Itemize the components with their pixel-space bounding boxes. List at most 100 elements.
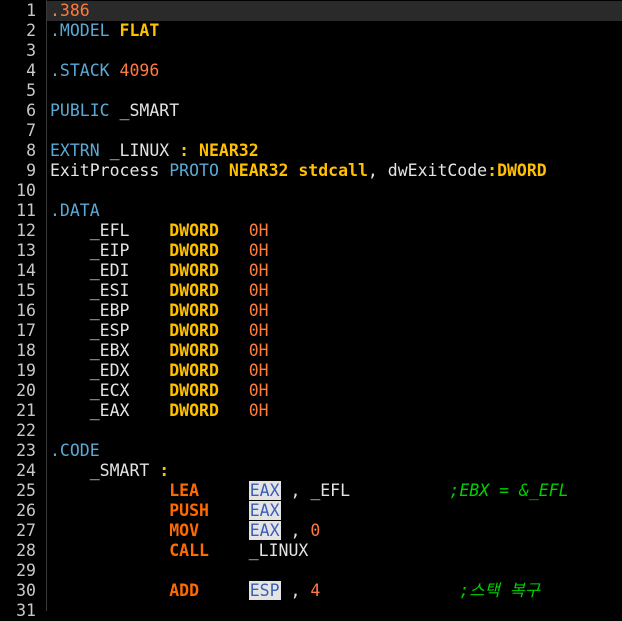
line-text[interactable]: _EBX DWORD 0H [50, 341, 269, 361]
code-line[interactable]: 29 [0, 561, 622, 581]
line-text[interactable]: .386 [50, 1, 90, 21]
line-text[interactable]: LEA EAX , _EFL ;EBX = &_EFL [50, 481, 569, 501]
line-text[interactable]: _EIP DWORD 0H [50, 241, 269, 261]
code-line[interactable]: 27 MOV EAX , 0 [0, 521, 622, 541]
line-text[interactable]: PUSH EAX [50, 501, 281, 521]
code-token: _EDI [50, 261, 170, 280]
line-text[interactable]: _EAX DWORD 0H [50, 401, 269, 421]
code-token: 4096 [119, 61, 160, 80]
code-line[interactable]: 2 .MODEL FLAT [0, 21, 622, 41]
code-token: ;EBX = &_EFL [449, 481, 569, 500]
code-token: _ESP [50, 321, 170, 340]
code-line[interactable]: 6 PUBLIC _SMART [0, 101, 622, 121]
line-text[interactable]: _EDI DWORD 0H [50, 261, 269, 281]
code-token: ExitProcess [50, 161, 170, 180]
code-token: 0H [218, 321, 269, 340]
code-token: 0H [218, 241, 269, 260]
code-line[interactable]: 30 ADD ESP , 4 ;스택 복구 [0, 581, 622, 601]
line-text[interactable]: _EDX DWORD 0H [50, 361, 269, 381]
code-line[interactable]: 12 _EFL DWORD 0H [0, 221, 622, 241]
code-token: NEAR32 stdcall [228, 161, 368, 180]
code-token: EXTRN [50, 141, 110, 160]
code-line[interactable]: 20 _ECX DWORD 0H [0, 381, 622, 401]
code-token: , _EFL [280, 481, 450, 500]
line-text[interactable]: _EFL DWORD 0H [50, 221, 269, 241]
code-editor[interactable]: 1 .386 2 .MODEL FLAT 3 4 .STACK 4096 5 6 PUBLIC _… [0, 0, 622, 620]
code-token: 0H [218, 401, 269, 420]
line-text[interactable]: .CODE [50, 441, 100, 461]
code-token: NEAR32 [199, 141, 259, 160]
line-text[interactable]: ExitProcess PROTO NEAR32 stdcall, dwExit… [50, 161, 547, 181]
code-line[interactable]: 3 [0, 41, 622, 61]
line-number: 20 [16, 381, 36, 400]
line-text[interactable]: _ESP DWORD 0H [50, 321, 269, 341]
code-token: EAX [248, 521, 281, 540]
code-line[interactable]: 5 [0, 81, 622, 101]
line-number: 23 [16, 441, 36, 460]
code-token: , [280, 581, 311, 600]
line-number: 17 [16, 321, 36, 340]
code-line[interactable]: 1 .386 [0, 1, 622, 21]
code-line[interactable]: 15 _ESI DWORD 0H [0, 281, 622, 301]
line-text[interactable]: _SMART : [50, 461, 169, 481]
code-token: .MODEL [50, 21, 120, 40]
code-token: 0 [310, 521, 321, 540]
code-line[interactable]: 21 _EAX DWORD 0H [0, 401, 622, 421]
code-token: .CODE [50, 441, 100, 460]
code-line[interactable]: 14 _EDI DWORD 0H [0, 261, 622, 281]
line-text[interactable]: ADD ESP , 4 ;스택 복구 [50, 581, 540, 601]
code-token: DWORD [169, 301, 219, 320]
code-token: DWORD [169, 321, 219, 340]
line-text[interactable]: PUBLIC _SMART [50, 101, 179, 121]
line-text[interactable]: CALL _LINUX [50, 541, 308, 561]
line-number: 19 [16, 361, 36, 380]
code-line[interactable]: 9 ExitProcess PROTO NEAR32 stdcall, dwExi… [0, 161, 622, 181]
code-line[interactable]: 23 .CODE [0, 441, 622, 461]
line-number: 27 [16, 521, 36, 540]
code-token: PUSH [169, 501, 209, 520]
line-number: 30 [16, 581, 36, 600]
line-number: 26 [16, 501, 36, 520]
line-text[interactable]: _EBP DWORD 0H [50, 301, 269, 321]
code-line[interactable]: 11 .DATA [0, 201, 622, 221]
code-token: DWORD [169, 381, 219, 400]
line-number: 4 [26, 61, 36, 80]
line-text[interactable]: _ESI DWORD 0H [50, 281, 269, 301]
code-line[interactable]: 22 [0, 421, 622, 441]
code-line[interactable]: 31 [0, 601, 622, 621]
line-number: 14 [16, 261, 36, 280]
code-token: CALL [169, 541, 209, 560]
line-number: 5 [26, 81, 36, 100]
code-line[interactable]: 13 _EIP DWORD 0H [0, 241, 622, 261]
code-line[interactable]: 25 LEA EAX , _EFL ;EBX = &_EFL [0, 481, 622, 501]
line-text[interactable]: EXTRN _LINUX : NEAR32 [50, 141, 259, 161]
code-token: DWORD [169, 281, 219, 300]
code-line[interactable]: 18 _EBX DWORD 0H [0, 341, 622, 361]
code-line[interactable]: 26 PUSH EAX [0, 501, 622, 521]
line-text[interactable]: _ECX DWORD 0H [50, 381, 269, 401]
line-number: 1 [26, 1, 36, 20]
code-line[interactable]: 17 _ESP DWORD 0H [0, 321, 622, 341]
line-number: 7 [26, 121, 36, 140]
code-token: 0H [218, 301, 269, 320]
code-line[interactable]: 16 _EBP DWORD 0H [0, 301, 622, 321]
code-line[interactable]: 19 _EDX DWORD 0H [0, 361, 622, 381]
code-line[interactable]: 28 CALL _LINUX [0, 541, 622, 561]
code-line[interactable]: 24 _SMART : [0, 461, 622, 481]
code-token: _EDX [50, 361, 170, 380]
code-line[interactable]: 8 EXTRN _LINUX : NEAR32 [0, 141, 622, 161]
line-text[interactable]: .STACK 4096 [50, 61, 159, 81]
code-line[interactable]: 4 .STACK 4096 [0, 61, 622, 81]
line-text[interactable]: .MODEL FLAT [50, 21, 159, 41]
code-token: _LINUX [109, 141, 180, 160]
code-token: _ECX [50, 381, 170, 400]
line-number: 11 [16, 201, 36, 220]
line-text[interactable]: .DATA [50, 201, 100, 221]
code-line[interactable]: 7 [0, 121, 622, 141]
line-text[interactable]: MOV EAX , 0 [50, 521, 320, 541]
line-number: 13 [16, 241, 36, 260]
code-line[interactable]: 10 [0, 181, 622, 201]
